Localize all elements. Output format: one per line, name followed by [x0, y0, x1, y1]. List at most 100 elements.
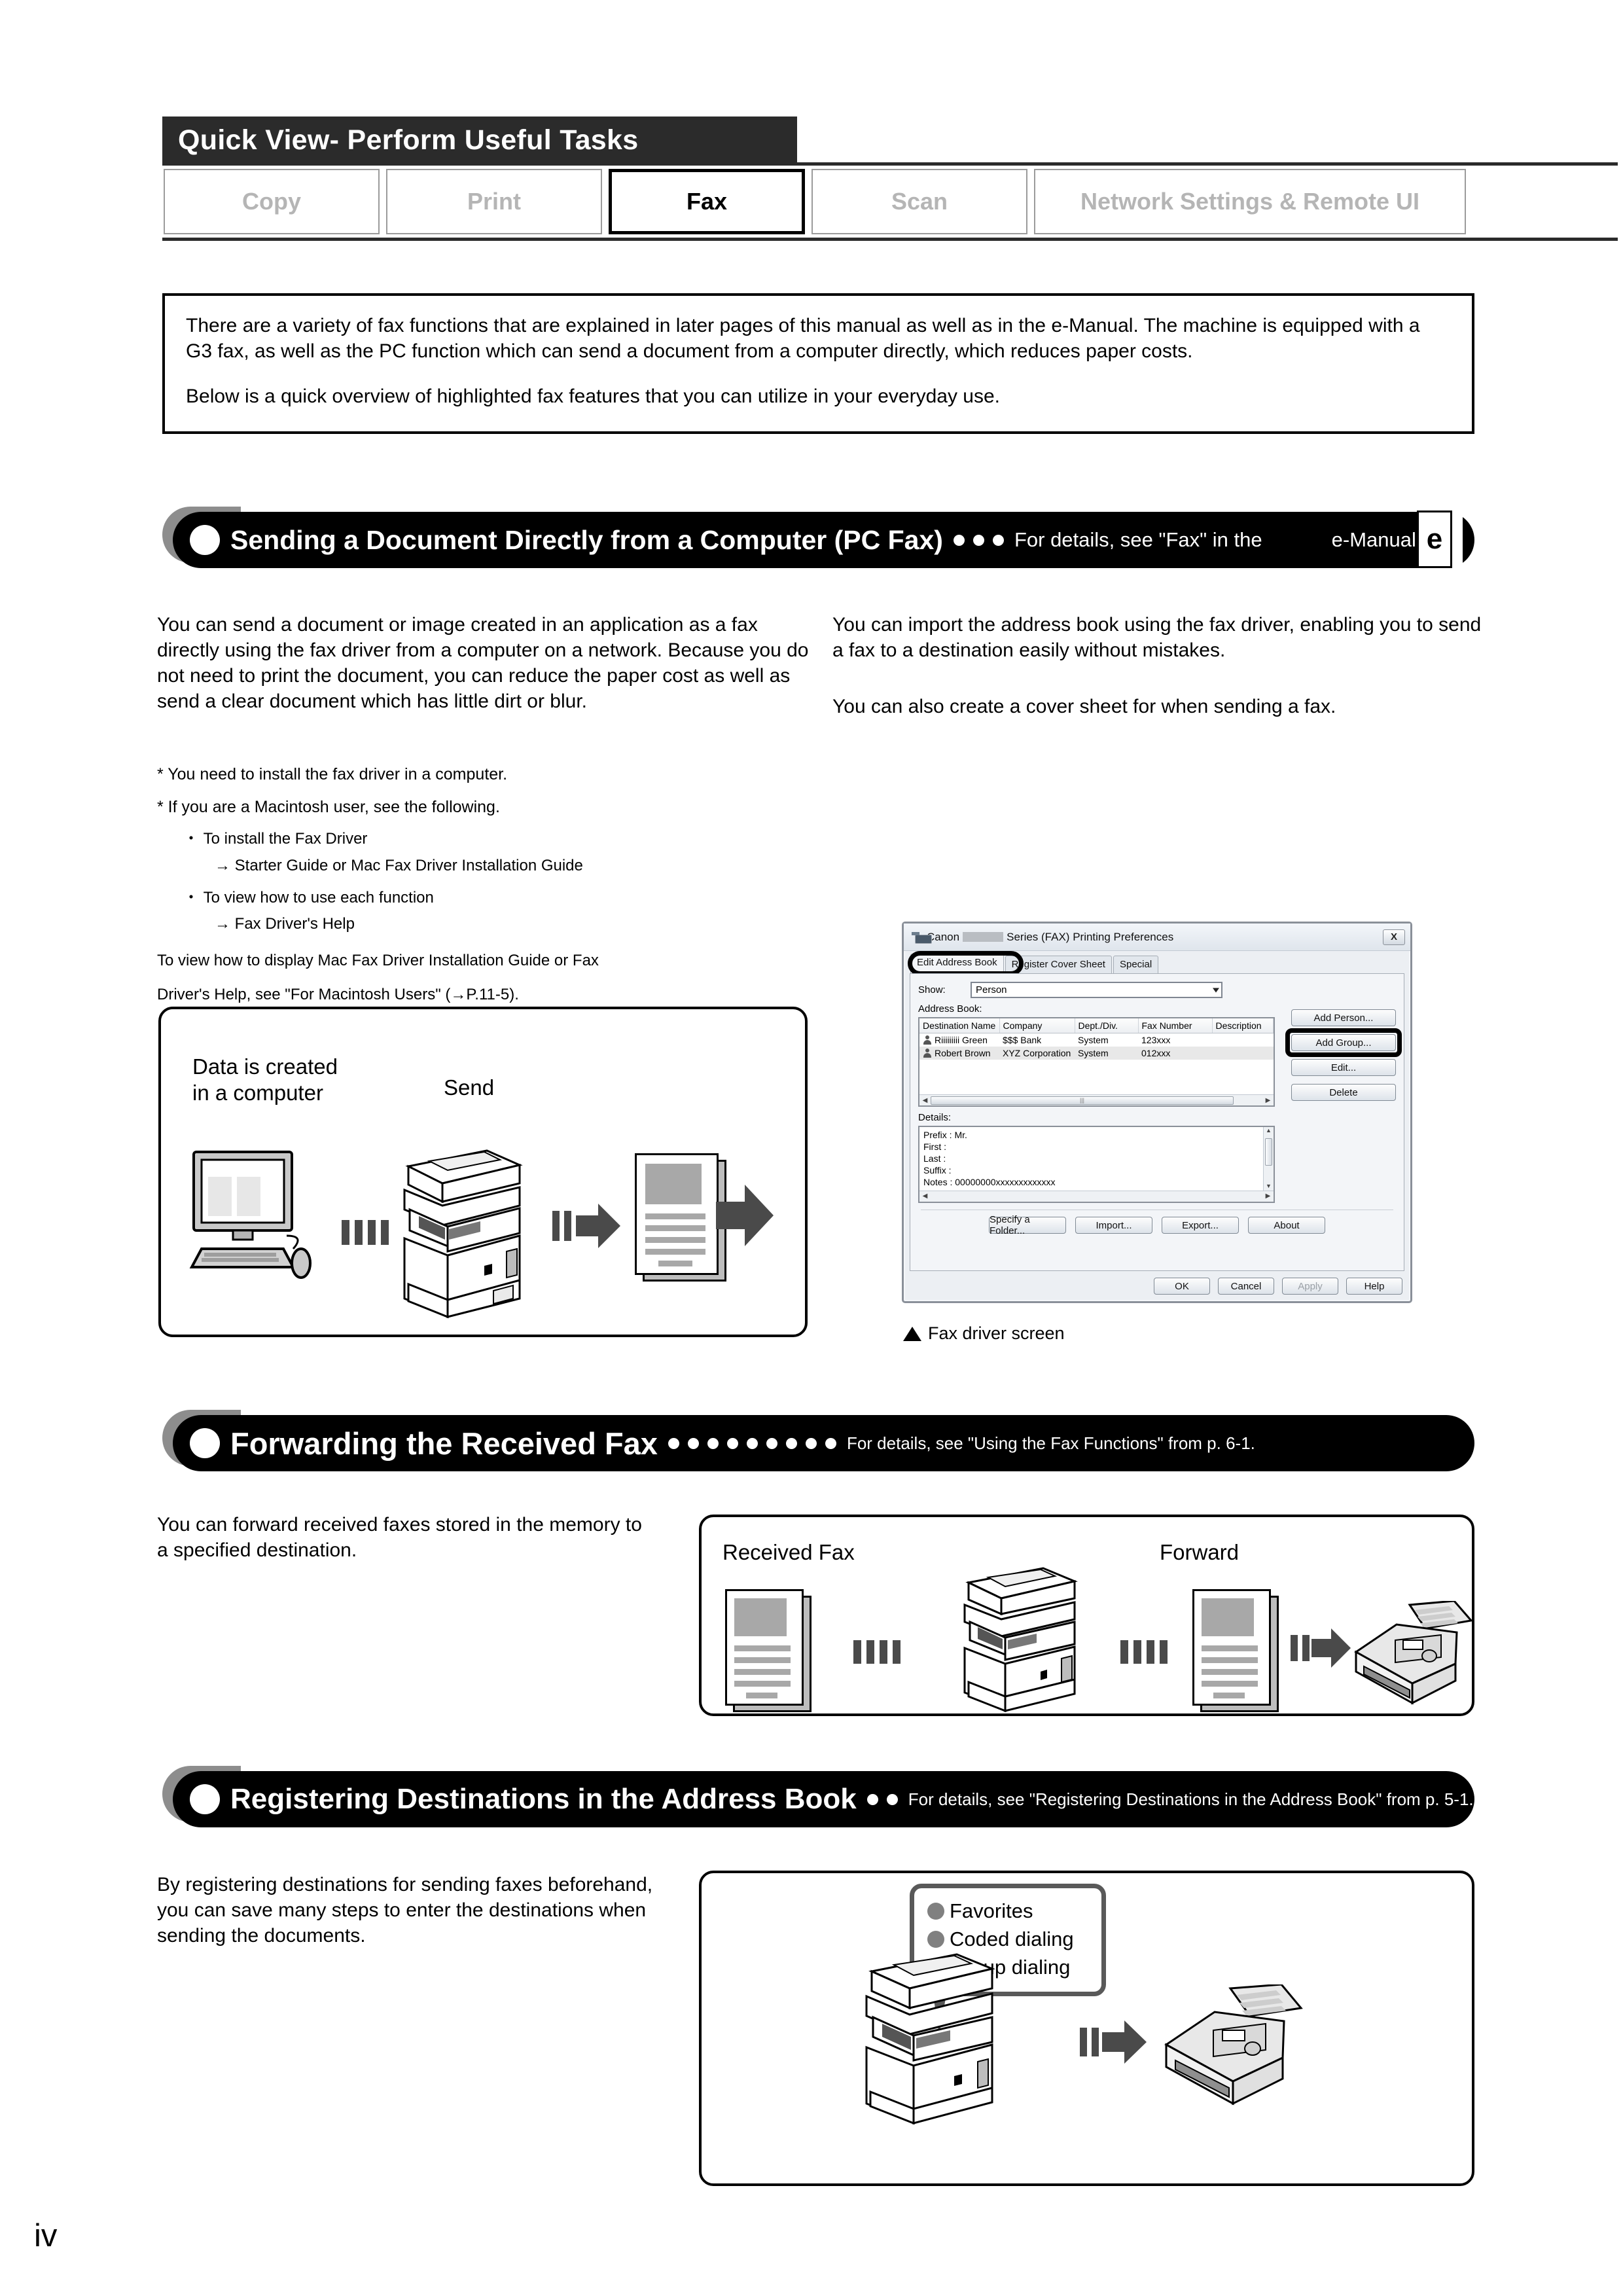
bullet-icon	[190, 1428, 220, 1458]
note-asterisk-1: * You need to install the fax driver in …	[157, 765, 508, 783]
note-arrow-1: → Starter Guide or Mac Fax Driver Instal…	[215, 856, 583, 874]
cell-desc	[1212, 1033, 1274, 1047]
table-row[interactable]: Robert Brown XYZ Corporation System 012x…	[919, 1047, 1274, 1060]
fax-driver-screen-caption: Fax driver screen	[903, 1323, 1065, 1344]
col-destination-name[interactable]: Destination Name	[919, 1018, 1000, 1033]
tab-fax[interactable]: Fax	[609, 169, 805, 234]
section2-note: For details, see "Using the Fax Function…	[846, 1433, 1255, 1453]
cell-name: Riiiiiiiii Green	[919, 1033, 999, 1047]
dialog-tab-special[interactable]: Special	[1113, 956, 1159, 973]
section1-left-paragraph: You can send a document or image created…	[157, 614, 809, 712]
note-bullet-1: ・ To install the Fax Driver	[183, 830, 368, 848]
dash-connector-2	[853, 1640, 901, 1664]
scroll-left-icon[interactable]: ◀	[919, 1097, 931, 1104]
details-pane: Prefix : Mr. First : Last : Suffix : Not…	[918, 1126, 1275, 1203]
dot-separator	[668, 1437, 836, 1449]
dialog-bottom-buttons: Specify a Folder... Import... Export... …	[918, 1214, 1396, 1236]
cell-company: XYZ Corporation	[999, 1047, 1075, 1060]
dialog-body: Show: Person Address Book: Destination N…	[910, 973, 1404, 1271]
page-title: Quick View- Perform Useful Tasks	[178, 124, 639, 156]
tab-network-settings-remote-ui-label: Network Settings & Remote UI	[1080, 188, 1420, 215]
details-vertical-scrollbar[interactable]: ▲ ▼	[1263, 1127, 1274, 1191]
scroll-right-icon[interactable]: ▶	[1262, 1097, 1274, 1104]
label-data-created-in-computer: Data is created in a computer	[192, 1054, 338, 1105]
multifunction-printer-icon	[865, 1953, 995, 2125]
dialog-tab-register-cover-sheet[interactable]: Register Cover Sheet	[1005, 956, 1112, 973]
import-button[interactable]: Import...	[1075, 1217, 1152, 1234]
section3-left-paragraph: By registering destinations for sending …	[157, 1874, 653, 1946]
scroll-thumb[interactable]	[1265, 1138, 1272, 1166]
label-received-fax: Received Fax	[722, 1540, 855, 1564]
section-banner-forwarding: Forwarding the Received Fax For details,…	[162, 1410, 1474, 1471]
forwarding-illustration-panel: Received Fax Forward	[699, 1515, 1474, 1716]
cell-fax: 012xxx	[1138, 1047, 1212, 1060]
multifunction-printer-icon	[403, 1149, 523, 1319]
col-description[interactable]: Description	[1212, 1018, 1274, 1033]
note-bullet-2: ・ To view how to use each function	[183, 888, 434, 906]
help-button[interactable]: Help	[1346, 1278, 1402, 1295]
dialog-footer-buttons: OK Cancel Apply Help	[1154, 1278, 1402, 1295]
section1-right-paragraph-2: You can also create a cover sheet for wh…	[832, 696, 1336, 717]
banner-bar: Forwarding the Received Fax For details,…	[173, 1415, 1474, 1471]
fax-machine-icon	[1354, 1601, 1473, 1705]
scroll-up-icon[interactable]: ▲	[1264, 1127, 1274, 1137]
address-book-list[interactable]: Destination Name Company Dept./Div. Fax …	[918, 1017, 1275, 1107]
col-company[interactable]: Company	[999, 1018, 1075, 1033]
label-send: Send	[444, 1075, 495, 1100]
section1-right-paragraph-1: You can import the address book using th…	[832, 614, 1482, 661]
chevron-down-icon	[1213, 988, 1219, 992]
show-select[interactable]: Person	[971, 982, 1222, 998]
specify-a-folder-button[interactable]: Specify a Folder...	[989, 1214, 1066, 1236]
list-horizontal-scrollbar[interactable]: ◀ ||| ▶	[919, 1094, 1274, 1105]
section1-note-post: e-Manual.	[1331, 528, 1422, 551]
header-rule-bottom	[162, 238, 1618, 241]
export-button[interactable]: Export...	[1162, 1217, 1239, 1234]
details-line: Notes : 00000000xxxxxxxxxxxxx	[923, 1176, 1056, 1187]
cell-dept: System	[1075, 1047, 1138, 1060]
scroll-right-icon[interactable]: ▶	[1262, 1193, 1274, 1201]
show-row: Show: Person	[918, 982, 1396, 998]
tab-network-settings-remote-ui[interactable]: Network Settings & Remote UI	[1034, 169, 1466, 234]
table-row[interactable]: Riiiiiiiii Green $$$ Bank System 123xxx	[919, 1033, 1274, 1047]
multifunction-printer-icon	[963, 1567, 1078, 1712]
scroll-thumb[interactable]: |||	[931, 1096, 1234, 1105]
col-fax-number[interactable]: Fax Number	[1138, 1018, 1213, 1033]
tab-copy[interactable]: Copy	[164, 169, 380, 234]
show-value: Person	[976, 984, 1007, 996]
address-book-table: Destination Name Company Dept./Div. Fax …	[919, 1018, 1274, 1060]
details-horizontal-scrollbar[interactable]: ◀ ▶	[919, 1191, 1274, 1202]
pc-fax-illustration-panel: Data is created in a computer Send	[158, 1007, 808, 1337]
bullet-icon	[190, 525, 220, 555]
ok-button[interactable]: OK	[1154, 1278, 1210, 1295]
intro-box: There are a variety of fax functions tha…	[162, 293, 1474, 434]
delete-button[interactable]: Delete	[1291, 1084, 1396, 1101]
cancel-button[interactable]: Cancel	[1218, 1278, 1274, 1295]
document-icon-forward	[1192, 1589, 1279, 1712]
col-dept-div[interactable]: Dept./Div.	[1075, 1018, 1139, 1033]
bullet-icon	[927, 1903, 944, 1920]
close-icon[interactable]: X	[1383, 929, 1405, 945]
bullet-icon	[190, 1784, 220, 1814]
scroll-left-icon[interactable]: ◀	[919, 1193, 931, 1201]
dialog-tab-edit-address-book[interactable]: Edit Address Book	[910, 954, 1004, 973]
address-book-illustration-panel: Favorites Coded dialing Group dialing	[699, 1871, 1474, 2186]
dash-connector-3	[1120, 1640, 1168, 1664]
tab-scan[interactable]: Scan	[812, 169, 1027, 234]
add-person-button[interactable]: Add Person...	[1291, 1009, 1396, 1026]
add-group-button[interactable]: Add Group...	[1291, 1034, 1396, 1051]
show-label: Show:	[918, 984, 946, 996]
section-banner-pc-fax: Sending a Document Directly from a Compu…	[162, 507, 1474, 568]
dot-separator	[953, 534, 1004, 546]
tab-print[interactable]: Print	[386, 169, 602, 234]
manual-page: Quick View- Perform Useful Tasks Copy Pr…	[0, 0, 1623, 2296]
edit-button[interactable]: Edit...	[1291, 1059, 1396, 1076]
page-number: iv	[34, 2218, 58, 2253]
about-button[interactable]: About	[1248, 1217, 1325, 1234]
section1-title: Sending a Document Directly from a Compu…	[230, 524, 943, 555]
note-asterisk-2: * If you are a Macintosh user, see the f…	[157, 798, 500, 816]
apply-button[interactable]: Apply	[1282, 1278, 1338, 1295]
caret-up-icon	[903, 1326, 921, 1341]
cell-fax: 123xxx	[1141, 1035, 1171, 1045]
section3-title: Registering Destinations in the Address …	[230, 1783, 857, 1815]
person-icon	[923, 1049, 932, 1058]
